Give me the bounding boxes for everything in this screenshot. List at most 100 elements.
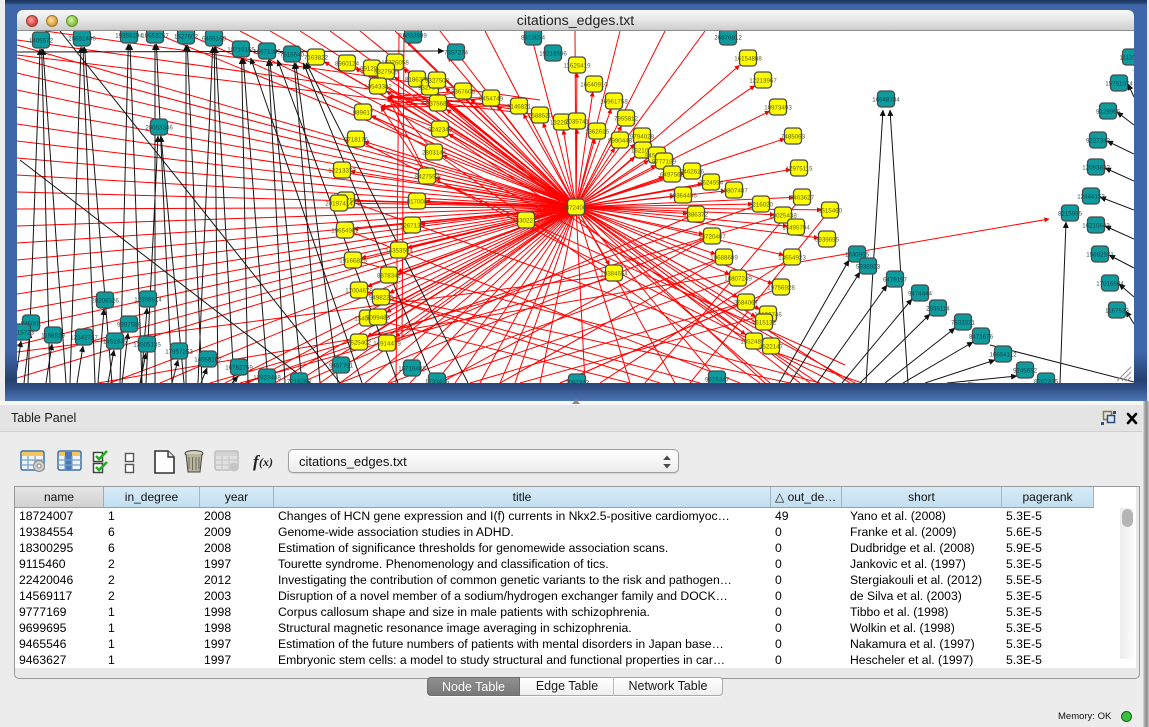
svg-text:9457791: 9457791 (329, 362, 354, 369)
svg-text:14495794: 14495794 (782, 224, 810, 231)
svg-text:2035741: 2035741 (565, 118, 590, 125)
svg-text:7632621: 7632621 (951, 319, 976, 326)
svg-text:9794028: 9794028 (630, 133, 655, 140)
svg-text:8454749: 8454749 (479, 95, 504, 102)
svg-text:1588520: 1588520 (528, 112, 553, 119)
svg-text:8878342: 8878342 (377, 272, 402, 279)
svg-text:8471676: 8471676 (969, 333, 994, 340)
svg-text:7216268: 7216268 (287, 378, 312, 383)
svg-text:15751074: 15751074 (1105, 80, 1133, 87)
svg-text:6216020: 6216020 (749, 201, 774, 208)
svg-text:16671385: 16671385 (253, 48, 281, 55)
svg-text:20053346: 20053346 (145, 124, 173, 131)
svg-text:9498222: 9498222 (369, 294, 394, 301)
svg-text:12213379: 12213379 (328, 167, 356, 174)
svg-text:12975115: 12975115 (785, 165, 813, 172)
svg-text:9515460: 9515460 (818, 207, 843, 214)
svg-text:(x): (x) (259, 455, 273, 469)
svg-text:26876812: 26876812 (714, 34, 742, 41)
svg-text:1640955: 1640955 (845, 251, 870, 258)
svg-text:9129966: 9129966 (1096, 108, 1121, 115)
svg-text:12923448: 12923448 (253, 374, 281, 381)
svg-text:15692971: 15692971 (1086, 251, 1114, 258)
svg-text:9474444: 9474444 (908, 290, 933, 297)
svg-text:3624554: 3624554 (699, 179, 724, 186)
svg-text:16154808: 16154808 (734, 55, 762, 62)
svg-text:16648784: 16648784 (872, 96, 900, 103)
svg-text:9615347: 9615347 (705, 376, 730, 383)
svg-text:1527602: 1527602 (174, 33, 199, 40)
svg-text:1405572: 1405572 (29, 37, 54, 44)
svg-text:2803144: 2803144 (422, 149, 447, 156)
svg-text:9099483: 9099483 (366, 314, 391, 321)
svg-text:3915723: 3915723 (17, 329, 35, 336)
svg-text:19355194: 19355194 (115, 32, 143, 39)
svg-text:2935114: 2935114 (926, 305, 950, 312)
svg-text:7625402: 7625402 (347, 339, 372, 346)
svg-text:20206526: 20206526 (91, 297, 119, 304)
svg-text:18807249: 18807249 (724, 275, 752, 282)
svg-text:20691406: 20691406 (68, 35, 96, 42)
svg-text:13505135: 13505135 (133, 341, 161, 348)
svg-text:17957253: 17957253 (165, 348, 193, 355)
svg-text:7485063: 7485063 (781, 133, 806, 140)
svg-text:11625419: 11625419 (563, 62, 591, 69)
svg-text:16033809: 16033809 (399, 32, 427, 39)
svg-text:2092343: 2092343 (565, 379, 590, 383)
svg-text:4522147: 4522147 (759, 343, 784, 350)
svg-text:20364456: 20364456 (669, 192, 697, 199)
svg-text:9146821: 9146821 (507, 103, 532, 110)
svg-text:7163822: 7163822 (304, 54, 329, 61)
svg-text:7357274: 7357274 (444, 49, 469, 56)
svg-text:19218506: 19218506 (539, 50, 567, 57)
svg-text:9327509: 9327509 (374, 68, 399, 75)
svg-text:6479197: 6479197 (883, 276, 908, 283)
svg-text:13654923: 13654923 (778, 254, 806, 261)
svg-text:7386372: 7386372 (684, 211, 709, 218)
svg-text:12213967: 12213967 (749, 77, 777, 84)
svg-text:9997588: 9997588 (117, 321, 142, 328)
svg-text:9327503: 9327503 (425, 77, 450, 84)
svg-text:1156829: 1156829 (41, 332, 65, 339)
svg-text:9242343: 9242343 (428, 126, 453, 133)
svg-text:13302273: 13302273 (512, 217, 540, 224)
svg-text:10543382: 10543382 (364, 83, 392, 90)
svg-text:19384554: 19384554 (600, 270, 628, 277)
svg-text:16782759: 16782759 (225, 364, 253, 371)
svg-text:2718176: 2718176 (344, 136, 369, 143)
svg-text:8813054: 8813054 (521, 34, 546, 41)
svg-text:19166825: 19166825 (339, 257, 367, 264)
svg-text:16640910: 16640910 (580, 81, 608, 88)
svg-text:817008: 817008 (407, 198, 428, 205)
svg-text:10654112: 10654112 (989, 351, 1017, 358)
svg-text:7515540: 7515540 (280, 51, 305, 58)
svg-text:8960124: 8960124 (335, 60, 360, 67)
svg-text:20197414: 20197414 (325, 200, 353, 207)
svg-text:12093822: 12093822 (1082, 164, 1110, 171)
svg-text:10553267: 10553267 (141, 32, 169, 39)
svg-text:17016504: 17016504 (1096, 280, 1124, 287)
svg-text:10719155: 10719155 (227, 46, 255, 53)
svg-text:6939695: 6939695 (815, 236, 840, 243)
svg-text:14914479: 14914479 (373, 340, 401, 347)
svg-text:8215955: 8215955 (1058, 210, 1083, 217)
svg-text:9227342: 9227342 (1086, 137, 1111, 144)
svg-text:10688609: 10688609 (710, 254, 738, 261)
svg-text:5938923: 5938923 (856, 263, 881, 270)
svg-text:12444153: 12444153 (1077, 193, 1105, 200)
svg-text:10025438: 10025438 (769, 212, 797, 219)
svg-text:6497568: 6497568 (660, 171, 685, 178)
svg-text:9777169: 9777169 (652, 158, 677, 165)
svg-text:8262335: 8262335 (1034, 378, 1059, 383)
svg-text:1112099: 1112099 (1119, 54, 1134, 61)
svg-text:1167533: 1167533 (1105, 307, 1129, 314)
svg-text:9375685: 9375685 (426, 100, 451, 107)
svg-text:17004678: 17004678 (345, 287, 373, 294)
svg-text:10807487: 10807487 (720, 187, 748, 194)
svg-text:3684067: 3684067 (734, 299, 759, 306)
svg-text:1451945: 1451945 (103, 338, 128, 345)
svg-text:7955812: 7955812 (614, 115, 639, 122)
svg-text:15716485: 15716485 (398, 365, 426, 372)
svg-text:14958107: 14958107 (194, 356, 222, 363)
svg-text:12342717: 12342717 (70, 334, 98, 341)
